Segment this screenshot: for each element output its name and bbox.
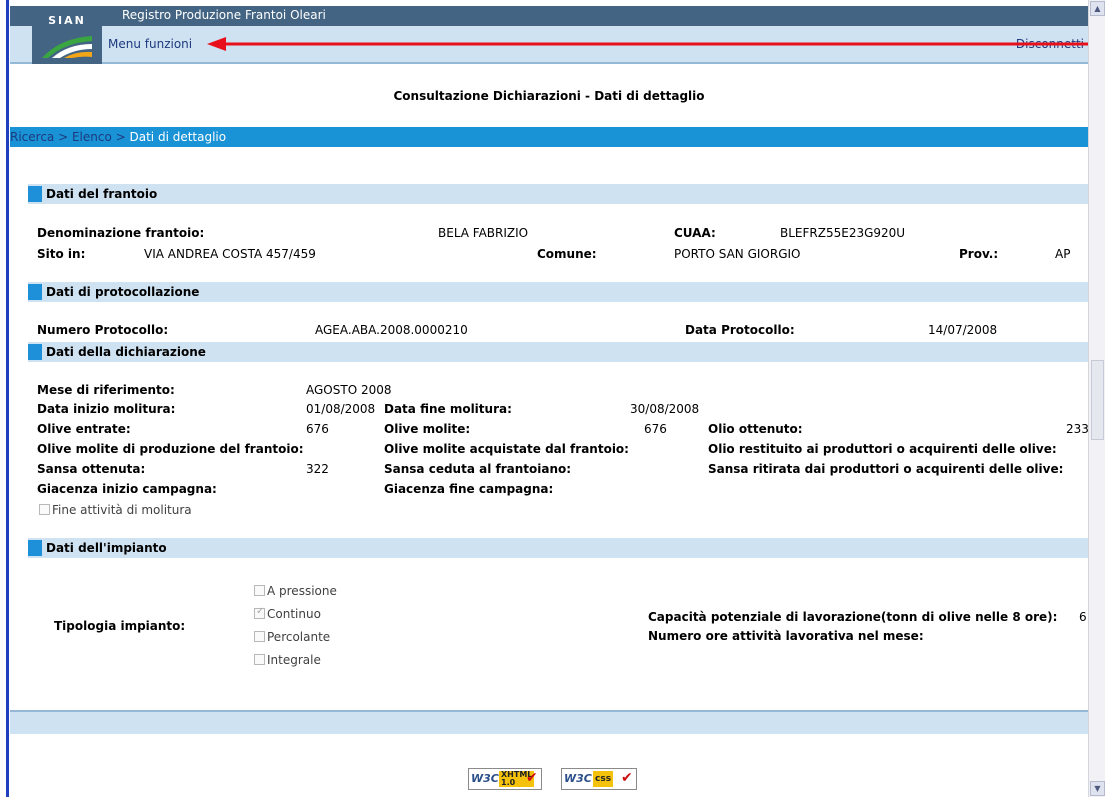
data-inizio-value: 01/08/2008 xyxy=(306,402,376,416)
data-fine-label: Data fine molitura: xyxy=(384,402,512,416)
sian-logo: SIAN xyxy=(32,6,102,64)
sansa-ottenuta-label: Sansa ottenuta: xyxy=(37,462,146,476)
checkbox-checked-icon[interactable] xyxy=(254,606,265,619)
numero-protocollo-label: Numero Protocollo: xyxy=(37,323,169,337)
olive-molite-produzione-label: Olive molite di produzione del frantoio: xyxy=(37,442,304,456)
tipologia-option-percolante[interactable]: Percolante xyxy=(254,630,330,644)
section-title: Dati di protocollazione xyxy=(46,285,200,299)
checkbox-icon[interactable] xyxy=(254,654,265,665)
checkbox-icon[interactable] xyxy=(254,631,265,642)
section-marker-icon xyxy=(28,186,42,202)
breadcrumb-separator: > xyxy=(54,130,72,144)
footer-bar xyxy=(10,712,1088,734)
sito-value: VIA ANDREA COSTA 457/459 xyxy=(144,247,316,261)
page-title: Consultazione Dichiarazioni - Dati di de… xyxy=(393,89,705,103)
denominazione-value: BELA FABRIZIO xyxy=(438,226,529,240)
w3c-brand: W3C xyxy=(471,772,499,785)
data-protocollo-value: 14/07/2008 xyxy=(928,323,998,337)
scrollbar-thumb[interactable] xyxy=(1091,360,1104,440)
cuaa-label: CUAA: xyxy=(674,226,716,240)
option-label: Continuo xyxy=(267,607,321,621)
tipologia-impianto-label: Tipologia impianto: xyxy=(54,619,186,633)
prov-value: AP xyxy=(1055,247,1071,261)
section-marker-icon xyxy=(28,284,42,300)
olive-molite-acquistate-label: Olive molite acquistate dal frantoio: xyxy=(384,442,629,456)
comune-value: PORTO SAN GIORGIO xyxy=(674,247,801,261)
page-content: Registro Produzione Frantoi Oleari Menu … xyxy=(10,0,1089,797)
vertical-scrollbar[interactable]: ▲ ▼ xyxy=(1088,0,1105,797)
xhtml-tag-bottom: 1.0 xyxy=(501,778,516,787)
scroll-down-icon[interactable]: ▼ xyxy=(1090,781,1105,796)
disconnetti-link[interactable]: Disconnetti xyxy=(1016,37,1084,51)
olio-restituito-label: Olio restituito ai produttori o acquiren… xyxy=(708,442,1057,456)
mese-riferimento-value: AGOSTO 2008 xyxy=(306,383,392,397)
breadcrumb-ricerca[interactable]: Ricerca xyxy=(10,130,54,144)
option-label: Percolante xyxy=(267,630,331,644)
section-marker-icon xyxy=(28,540,42,556)
sansa-ceduta-label: Sansa ceduta al frantoiano: xyxy=(384,462,572,476)
w3c-brand: W3C xyxy=(564,772,592,785)
section-header-protocollazione: Dati di protocollazione xyxy=(28,282,1088,302)
sian-logo-text: SIAN xyxy=(48,14,86,27)
css-tag: css xyxy=(593,771,614,787)
header-title-bar: Registro Produzione Frantoi Oleari xyxy=(10,6,1088,26)
app-title: Registro Produzione Frantoi Oleari xyxy=(122,8,326,22)
tipologia-option-continuo[interactable]: Continuo xyxy=(254,606,321,621)
data-inizio-label: Data inizio molitura: xyxy=(37,402,176,416)
tipologia-option-a-pressione[interactable]: A pressione xyxy=(254,584,337,598)
w3c-css-badge[interactable]: W3C css ✔ xyxy=(561,768,637,790)
numero-ore-label: Numero ore attività lavorativa nel mese: xyxy=(648,629,924,643)
tipologia-option-integrale[interactable]: Integrale xyxy=(254,653,321,667)
section-title: Dati della dichiarazione xyxy=(46,345,206,359)
sito-label: Sito in: xyxy=(37,247,86,261)
giacenza-inizio-label: Giacenza inizio campagna: xyxy=(37,482,217,496)
header-menu-bar: Menu funzioni Disconnetti xyxy=(10,26,1088,64)
page-left-border xyxy=(6,0,9,797)
olive-molite-value: 676 xyxy=(644,422,667,436)
breadcrumb-current: Dati di dettaglio xyxy=(129,130,227,144)
sian-logo-swoosh-icon xyxy=(42,36,92,58)
breadcrumb: Ricerca > Elenco > Dati di dettaglio xyxy=(10,127,1088,147)
app-header: Registro Produzione Frantoi Oleari Menu … xyxy=(10,6,1088,64)
option-label: A pressione xyxy=(267,584,337,598)
capacita-value: 6 xyxy=(1079,610,1087,624)
comune-label: Comune: xyxy=(537,247,597,261)
scroll-up-icon[interactable]: ▲ xyxy=(1090,1,1105,16)
mese-riferimento-label: Mese di riferimento: xyxy=(37,383,175,397)
data-protocollo-label: Data Protocollo: xyxy=(685,323,795,337)
breadcrumb-separator: > xyxy=(111,130,130,144)
menu-funzioni-link[interactable]: Menu funzioni xyxy=(108,37,192,51)
checkmark-icon: ✔ xyxy=(621,770,633,786)
cuaa-value: BLEFRZ55E23G920U xyxy=(780,226,906,240)
olio-ottenuto-label: Olio ottenuto: xyxy=(708,422,803,436)
capacita-label: Capacità potenziale di lavorazione(tonn … xyxy=(648,610,1058,624)
giacenza-fine-label: Giacenza fine campagna: xyxy=(384,482,554,496)
checkbox-icon[interactable] xyxy=(39,504,50,515)
olio-ottenuto-value: 233 xyxy=(1066,422,1089,436)
data-fine-value: 30/08/2008 xyxy=(630,402,700,416)
section-title: Dati dell'impianto xyxy=(46,541,167,555)
olive-molite-label: Olive molite: xyxy=(384,422,471,436)
section-header-dichiarazione: Dati della dichiarazione xyxy=(28,342,1088,362)
checkbox-icon[interactable] xyxy=(254,585,265,596)
breadcrumb-elenco[interactable]: Elenco xyxy=(72,130,112,144)
option-label: Integrale xyxy=(267,653,321,667)
checkmark-icon: ✔ xyxy=(526,770,538,786)
fine-attivita-checkbox[interactable]: Fine attività di molitura xyxy=(39,503,192,517)
olive-entrate-value: 676 xyxy=(306,422,329,436)
fine-attivita-label: Fine attività di molitura xyxy=(52,503,192,517)
section-title: Dati del frantoio xyxy=(46,187,158,201)
w3c-xhtml-badge[interactable]: W3C XHTML 1.0 ✔ xyxy=(468,768,542,790)
numero-protocollo-value: AGEA.ABA.2008.0000210 xyxy=(315,323,468,337)
sansa-ritirata-label: Sansa ritirata dai produttori o acquiren… xyxy=(708,462,1064,476)
denominazione-label: Denominazione frantoio: xyxy=(37,226,205,240)
section-marker-icon xyxy=(28,344,42,360)
prov-label: Prov.: xyxy=(959,247,999,261)
section-header-impianto: Dati dell'impianto xyxy=(28,538,1088,558)
section-header-frantoio: Dati del frantoio xyxy=(28,184,1088,204)
olive-entrate-label: Olive entrate: xyxy=(37,422,131,436)
sansa-ottenuta-value: 322 xyxy=(306,462,329,476)
